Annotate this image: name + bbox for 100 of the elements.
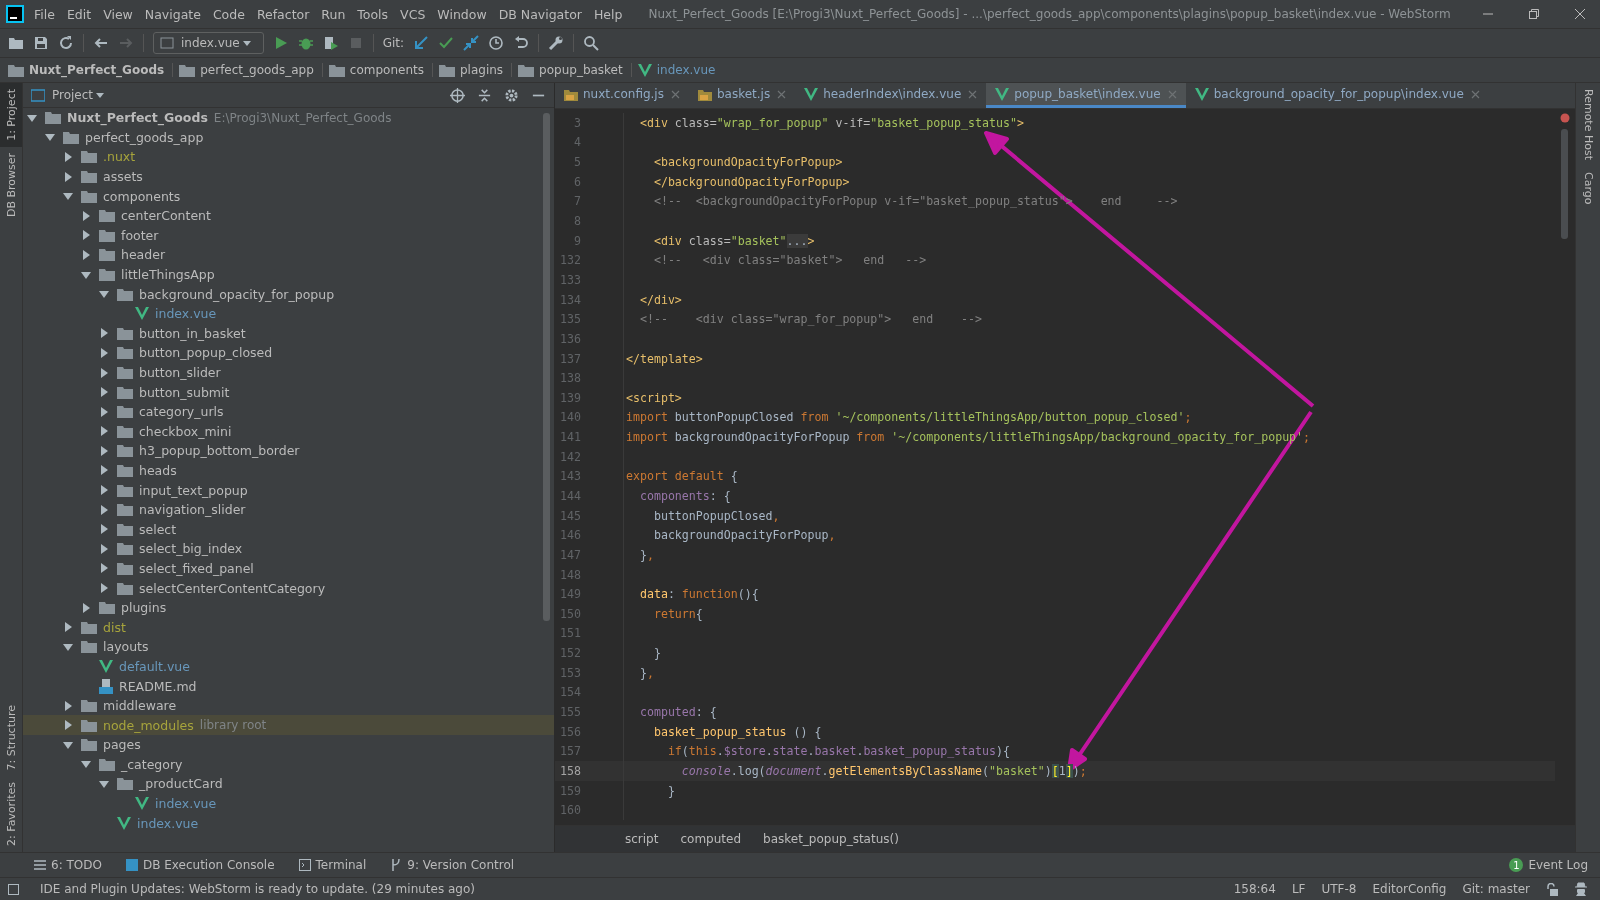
- tool-window-button[interactable]: Terminal: [298, 858, 367, 872]
- expand-arrow-icon[interactable]: [81, 210, 91, 221]
- expand-arrow-icon[interactable]: [99, 347, 109, 358]
- lock-icon[interactable]: [1546, 882, 1558, 896]
- tool-window-tab[interactable]: 1: Project: [0, 83, 22, 147]
- menu-item[interactable]: View: [103, 6, 133, 22]
- expand-arrow-icon[interactable]: [99, 543, 109, 554]
- tree-item[interactable]: _productCard: [139, 776, 223, 792]
- expand-arrow-icon[interactable]: [63, 700, 73, 711]
- tool-window-tab[interactable]: 7: Structure: [0, 698, 22, 777]
- tree-item[interactable]: header: [121, 247, 166, 263]
- folder-icon[interactable]: [8, 35, 24, 51]
- tree-item[interactable]: perfect_goods_app: [85, 129, 204, 145]
- menu-item[interactable]: DB Navigator: [498, 6, 582, 22]
- collapse-icon[interactable]: [477, 87, 492, 103]
- expand-arrow-icon[interactable]: [63, 739, 73, 750]
- target-icon[interactable]: [450, 87, 465, 103]
- tool-window-tab[interactable]: Remote Host: [1576, 83, 1600, 166]
- tree-item[interactable]: selectCenterContentCategory: [139, 580, 326, 596]
- editor-tab[interactable]: background_opacity_for_popup\index.vue: [1185, 83, 1489, 108]
- tree-item[interactable]: button_slider: [139, 365, 221, 380]
- tree-item[interactable]: pages: [103, 737, 141, 753]
- editor-tab[interactable]: basket.js: [688, 83, 796, 108]
- expand-arrow-icon[interactable]: [99, 485, 109, 496]
- tool-window-button[interactable]: 6: TODO: [34, 858, 102, 872]
- menu-item[interactable]: Window: [437, 6, 487, 22]
- tree-item[interactable]: default.vue: [119, 658, 190, 674]
- tree-item[interactable]: input_text_popup: [139, 482, 248, 498]
- expand-arrow-icon[interactable]: [99, 406, 109, 417]
- expand-arrow-icon[interactable]: [99, 426, 109, 437]
- expand-arrow-icon[interactable]: [99, 445, 109, 456]
- menu-item[interactable]: Navigate: [144, 6, 201, 22]
- expand-arrow-icon[interactable]: [63, 191, 73, 202]
- code-breadcrumb[interactable]: script: [625, 832, 659, 846]
- status-item[interactable]: LF: [1291, 882, 1306, 896]
- coverage-icon[interactable]: [322, 35, 339, 51]
- tool-window-button[interactable]: DB Execution Console: [125, 858, 275, 872]
- tree-item[interactable]: littleThingsApp: [121, 267, 215, 283]
- tree-item[interactable]: button_in_basket: [139, 325, 246, 341]
- tree-item[interactable]: .nuxt: [103, 149, 136, 165]
- editor-tab[interactable]: nuxt.config.js: [555, 83, 689, 108]
- save-icon[interactable]: [33, 35, 49, 51]
- tree-item[interactable]: navigation_slider: [139, 502, 246, 518]
- expand-arrow-icon[interactable]: [63, 641, 73, 652]
- clock-icon[interactable]: [488, 35, 505, 51]
- expand-arrow-icon[interactable]: [45, 132, 55, 143]
- status-item[interactable]: Git: master: [1462, 882, 1530, 896]
- scrollbar[interactable]: [543, 113, 550, 621]
- close-icon[interactable]: [1574, 8, 1586, 20]
- menu-item[interactable]: Edit: [66, 6, 92, 22]
- expand-arrow-icon[interactable]: [99, 387, 109, 398]
- editor-tab[interactable]: headerIndex\index.vue: [795, 83, 987, 108]
- expand-arrow-icon[interactable]: [63, 720, 73, 731]
- expand-arrow-icon[interactable]: [81, 759, 91, 770]
- event-log-button[interactable]: 1 Event Log: [1509, 858, 1588, 872]
- tree-item[interactable]: node_modules: [103, 717, 194, 733]
- tool-window-tab[interactable]: DB Browser: [0, 146, 22, 223]
- menu-item[interactable]: Run: [321, 6, 346, 22]
- checkmark-icon[interactable]: [438, 35, 455, 51]
- tree-item[interactable]: dist: [103, 619, 126, 635]
- breadcrumb-item[interactable]: popup_basket: [518, 63, 632, 77]
- breadcrumb-item[interactable]: Nuxt_Perfect_Goods: [8, 63, 174, 77]
- settings-icon[interactable]: [504, 87, 519, 103]
- expand-arrow-icon[interactable]: [81, 269, 91, 280]
- tree-item[interactable]: index.vue: [155, 306, 217, 322]
- scrollbar[interactable]: [1561, 129, 1568, 239]
- status-item[interactable]: UTF-8: [1321, 882, 1357, 896]
- tree-item[interactable]: button_popup_closed: [139, 345, 273, 361]
- expand-arrow-icon[interactable]: [63, 171, 73, 182]
- expand-arrow-icon[interactable]: [81, 602, 91, 613]
- expand-arrow-icon[interactable]: [81, 249, 91, 260]
- menu-item[interactable]: Refactor: [256, 6, 310, 22]
- tree-item[interactable]: components: [103, 188, 181, 204]
- tree-item[interactable]: h3_popup_bottom_border: [139, 443, 300, 459]
- restore-icon[interactable]: [1528, 8, 1540, 20]
- tree-item[interactable]: select_fixed_panel: [139, 560, 254, 576]
- expand-arrow-icon[interactable]: [63, 152, 73, 162]
- tree-item[interactable]: select_big_index: [139, 541, 243, 557]
- wrench-icon[interactable]: [548, 35, 565, 51]
- menu-item[interactable]: VCS: [400, 6, 426, 22]
- tool-window-tab[interactable]: 2: Favorites: [0, 776, 22, 852]
- tree-item[interactable]: plugins: [121, 600, 167, 616]
- status-item[interactable]: EditorConfig: [1372, 882, 1447, 896]
- panel-toggle-icon[interactable]: [8, 883, 19, 895]
- expand-arrow-icon[interactable]: [99, 465, 109, 476]
- tree-item[interactable]: README.md: [119, 678, 197, 694]
- breadcrumb-item[interactable]: plagins: [438, 63, 513, 77]
- merge-arrows-icon[interactable]: [463, 35, 480, 51]
- tree-item[interactable]: layouts: [103, 639, 149, 655]
- breadcrumb-item[interactable]: index.vue: [637, 63, 724, 77]
- code-breadcrumb[interactable]: computed: [680, 832, 741, 846]
- expand-arrow-icon[interactable]: [99, 504, 109, 515]
- tree-item[interactable]: button_submit: [139, 384, 230, 400]
- expand-arrow-icon[interactable]: [99, 583, 109, 594]
- sync-icon[interactable]: [58, 35, 74, 51]
- update-arrow-icon[interactable]: [413, 35, 430, 51]
- tree-item[interactable]: _category: [121, 756, 183, 772]
- breadcrumb-item[interactable]: components: [328, 63, 433, 77]
- menu-item[interactable]: Code: [212, 6, 245, 22]
- tool-window-button[interactable]: 9: Version Control: [390, 858, 515, 872]
